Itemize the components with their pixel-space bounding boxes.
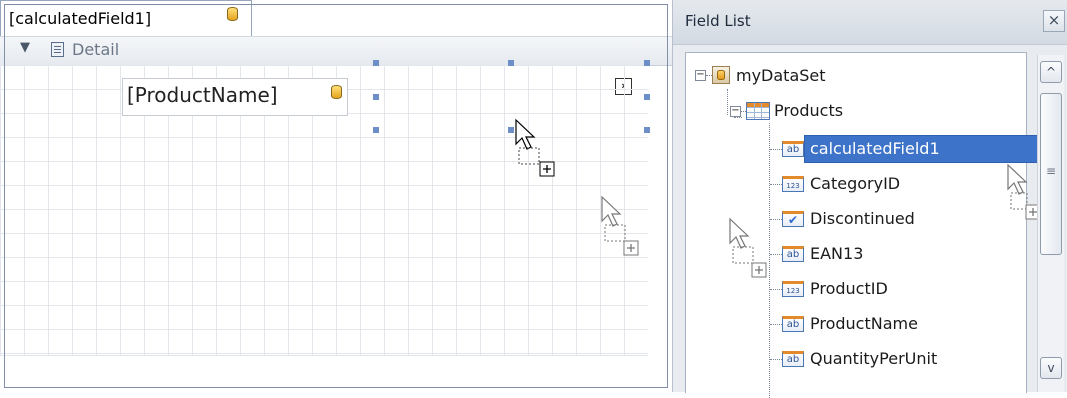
tree-connector [727, 89, 728, 115]
report-designer-surface[interactable]: ▼ Detail › [ProductName] [calculatedFiel… [0, 0, 672, 392]
field-item-categoryid[interactable]: 123 CategoryID [770, 171, 1020, 197]
field-label: CategoryID [810, 174, 901, 193]
field-item-productname[interactable]: ab ProductName [770, 311, 1020, 337]
field-list-title-bar[interactable]: Field List × [673, 0, 1067, 45]
field-item-productid[interactable]: 123 ProductID [770, 276, 1020, 302]
number-field-icon: 123 [782, 281, 804, 297]
scroll-thumb[interactable]: ≡ [1040, 93, 1062, 255]
resize-handle-bottom-right[interactable] [644, 127, 650, 133]
field-item-calculatedfield1[interactable]: ab calculatedField1 [770, 136, 1020, 162]
resize-handle-right[interactable] [644, 94, 650, 100]
resize-handle-top[interactable] [508, 60, 514, 66]
scroll-up-icon[interactable]: ^ [1040, 61, 1062, 83]
close-icon[interactable]: × [1043, 10, 1065, 32]
tree-connector [770, 149, 782, 150]
field-label: Discontinued [810, 209, 915, 228]
data-binding-icon [227, 7, 238, 21]
string-field-icon: ab [782, 141, 804, 157]
tree-node-mydataset[interactable]: − myDataSet [692, 63, 1022, 89]
table-icon [746, 102, 770, 120]
grip-icon: ≡ [1045, 164, 1057, 178]
panel-title: Field List [685, 12, 751, 30]
tree-node-label: Products [774, 101, 844, 120]
field-item-ean13[interactable]: ab EAN13 [770, 241, 1020, 267]
field-label: ProductID [810, 279, 888, 298]
field-item-discontinued[interactable]: ✔ Discontinued [770, 206, 1020, 232]
collapse-icon[interactable]: − [695, 70, 706, 81]
number-field-icon: 123 [782, 176, 804, 192]
field-label: EAN13 [810, 244, 864, 263]
tree-connector [770, 359, 782, 360]
resize-handle-bottom-left[interactable] [373, 127, 379, 133]
drag-copy-cursor-icon [729, 217, 767, 278]
resize-handle-top-right[interactable] [644, 60, 650, 66]
string-field-icon: ab [782, 351, 804, 367]
scroll-down-icon[interactable]: v [1040, 357, 1062, 379]
calculated-field-binding: [calculatedField1] [9, 9, 152, 28]
field-label: ProductName [810, 314, 918, 333]
resize-handle-top-left[interactable] [373, 60, 379, 66]
drag-copy-cursor-icon [601, 195, 639, 256]
tree-connector [770, 184, 782, 185]
tree-node-products[interactable]: − Products [730, 98, 1020, 124]
boolean-field-icon: ✔ [782, 211, 804, 227]
string-field-icon: ab [782, 246, 804, 262]
calculated-field-label[interactable]: [calculatedField1] [0, 0, 668, 388]
field-list-panel: Field List × − myDataSet − Products ab c… [672, 0, 1067, 398]
field-label: QuantityPerUnit [810, 349, 938, 368]
drag-copy-cursor-icon [515, 118, 555, 177]
field-label: calculatedField1 [810, 139, 940, 158]
tree-node-label: myDataSet [736, 66, 826, 85]
resize-handle-left[interactable] [373, 94, 379, 100]
field-list-scrollbar[interactable]: ^ ≡ v [1037, 55, 1064, 392]
tree-connector [770, 289, 782, 290]
field-tree[interactable]: − myDataSet − Products ab calculatedFiel… [685, 52, 1041, 398]
collapse-icon[interactable]: − [730, 106, 741, 117]
string-field-icon: ab [782, 316, 804, 332]
dataset-icon [712, 66, 730, 84]
tree-connector [770, 324, 782, 325]
field-item-quantityperunit[interactable]: ab QuantityPerUnit [770, 346, 1020, 372]
